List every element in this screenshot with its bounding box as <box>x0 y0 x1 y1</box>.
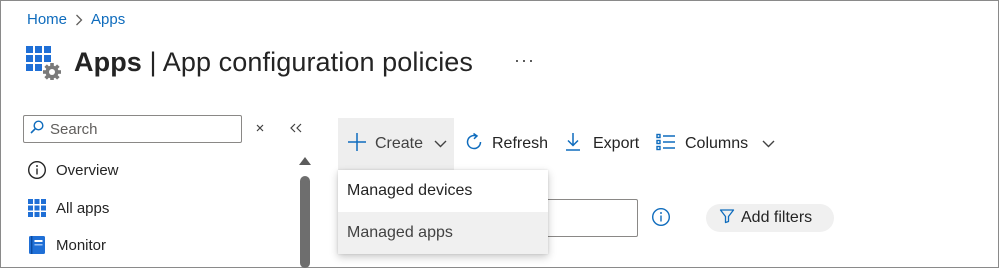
breadcrumb-apps-link[interactable]: Apps <box>91 11 125 28</box>
chevron-right-icon <box>75 14 83 26</box>
search-icon <box>30 119 44 139</box>
sidebar-item-all-apps[interactable]: All apps <box>27 195 109 221</box>
clear-search-button[interactable] <box>253 119 267 137</box>
columns-label: Columns <box>685 135 749 152</box>
collapse-sidebar-button[interactable] <box>288 119 304 137</box>
export-label: Export <box>593 135 640 152</box>
chevron-down-icon <box>434 135 447 153</box>
info-circle-icon <box>27 160 47 180</box>
page-title-rest: | App configuration policies <box>141 46 474 77</box>
sidebar-item-monitor[interactable]: Monitor <box>27 232 106 258</box>
add-filters-button[interactable]: Add filters <box>706 204 834 232</box>
menu-item-managed-apps[interactable]: Managed apps <box>338 212 548 254</box>
page-title: Apps | App configuration policies <box>74 47 473 78</box>
plus-icon <box>347 132 367 157</box>
refresh-button[interactable]: Refresh <box>464 118 548 170</box>
sidebar-item-label: Monitor <box>56 236 107 254</box>
create-label: Create <box>375 135 424 152</box>
breadcrumb: Home Apps <box>27 11 125 28</box>
more-options-button[interactable]: ··· <box>514 50 535 71</box>
columns-list-icon <box>656 133 676 156</box>
chevron-down-icon <box>762 135 775 153</box>
menu-item-managed-devices[interactable]: Managed devices <box>338 170 548 212</box>
apps-gear-icon <box>26 44 62 81</box>
breadcrumb-home-link[interactable]: Home <box>27 11 67 28</box>
scroll-up-arrow[interactable] <box>299 157 311 165</box>
sidebar-item-label: Overview <box>56 161 119 179</box>
sidebar-search-box[interactable] <box>23 115 242 143</box>
refresh-icon <box>464 132 484 157</box>
sidebar-item-overview[interactable]: Overview <box>27 157 119 183</box>
export-button[interactable]: Export <box>565 118 639 170</box>
refresh-label: Refresh <box>492 135 549 152</box>
page-title-bold: Apps <box>74 46 142 77</box>
add-filters-label: Add filters <box>741 209 813 226</box>
download-icon <box>565 132 581 157</box>
grid-icon <box>27 198 47 218</box>
sidebar-search-input[interactable] <box>50 120 230 138</box>
sidebar-scrollbar-thumb[interactable] <box>300 176 310 268</box>
create-button[interactable]: Create <box>338 118 454 170</box>
sidebar-item-label: All apps <box>56 199 110 217</box>
monitor-book-icon <box>27 235 47 255</box>
info-icon[interactable] <box>651 207 671 227</box>
columns-button[interactable]: Columns <box>656 118 775 170</box>
filter-funnel-icon <box>719 208 741 229</box>
create-dropdown-menu: Managed devices Managed apps <box>338 170 548 254</box>
page-header: Apps | App configuration policies <box>26 42 473 82</box>
